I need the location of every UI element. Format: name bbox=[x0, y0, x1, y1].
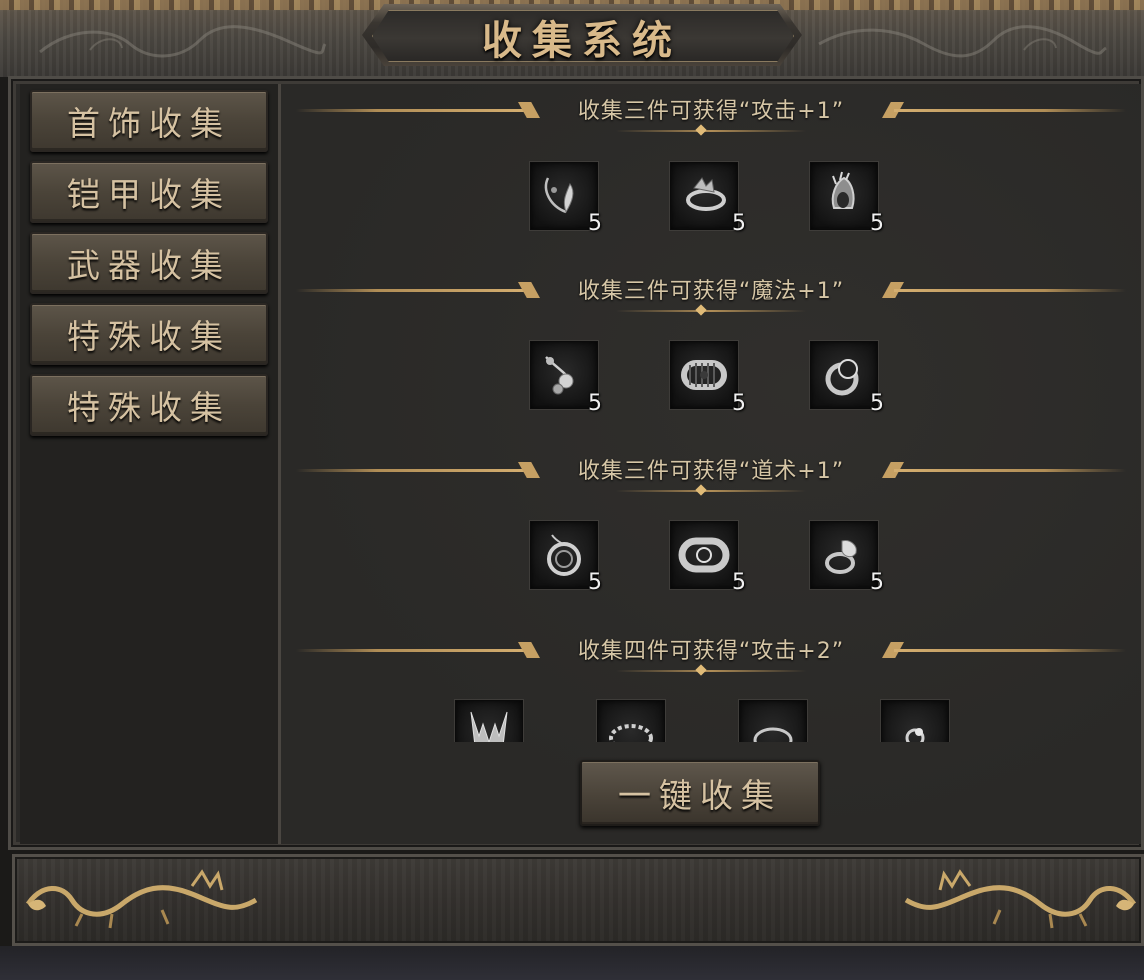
item-count: 5 bbox=[870, 570, 884, 595]
section-header: 收集三件可获得“攻击+1” bbox=[296, 92, 1126, 148]
diamond-ornament-icon bbox=[695, 124, 707, 136]
swirl-ornament-icon bbox=[818, 25, 1107, 58]
diamond-ornament-icon bbox=[695, 484, 707, 496]
helmet-icon bbox=[470, 711, 508, 742]
item-count: 5 bbox=[588, 391, 602, 416]
section-header: 收集三件可获得“道术+1” bbox=[296, 452, 1126, 508]
section-title: 收集四件可获得“攻击+2” bbox=[577, 639, 845, 664]
tab-weapon-collection[interactable]: 武器收集 bbox=[30, 232, 268, 294]
divider-line bbox=[296, 649, 528, 652]
background-strip bbox=[0, 946, 1144, 980]
ring-icon bbox=[905, 728, 925, 742]
item-slot[interactable] bbox=[809, 340, 879, 410]
swirl-ornament-icon bbox=[39, 25, 327, 58]
divider-line bbox=[894, 289, 1126, 292]
divider-line bbox=[296, 289, 528, 292]
divider-line bbox=[616, 490, 806, 492]
tab-special-collection[interactable]: 特殊收集 bbox=[30, 303, 268, 365]
dragon-ornament-icon bbox=[25, 869, 258, 929]
item-slot[interactable] bbox=[809, 520, 879, 590]
window-title: 收集系统 bbox=[482, 17, 682, 64]
amulet-icon bbox=[547, 534, 581, 576]
item-count: 5 bbox=[870, 211, 884, 236]
tab-special-collection-2[interactable]: 特殊收集 bbox=[30, 374, 268, 436]
ring-icon bbox=[825, 359, 859, 396]
item-slot[interactable] bbox=[669, 520, 739, 590]
bracelet-icon bbox=[686, 177, 726, 211]
necklace-icon bbox=[544, 177, 574, 214]
item-slot[interactable] bbox=[454, 699, 524, 742]
item-row-scroll-area bbox=[440, 697, 980, 742]
tab-jewelry-collection[interactable]: 首饰收集 bbox=[30, 90, 268, 152]
ring-icon bbox=[831, 171, 855, 209]
divider-line bbox=[616, 670, 806, 672]
item-count: 5 bbox=[870, 391, 884, 416]
bracelet-icon bbox=[681, 360, 727, 390]
item-slot[interactable] bbox=[669, 340, 739, 410]
collect-all-button[interactable]: 一键收集 bbox=[580, 760, 820, 826]
divider-line bbox=[616, 310, 806, 312]
item-count: 5 bbox=[732, 391, 746, 416]
section-title: 收集三件可获得“道术+1” bbox=[577, 459, 845, 484]
ring-icon bbox=[825, 540, 857, 574]
divider-line bbox=[894, 109, 1126, 112]
divider-line bbox=[296, 109, 528, 112]
section-header: 收集四件可获得“攻击+2” bbox=[296, 632, 1126, 688]
divider-line bbox=[616, 130, 806, 132]
item-slot[interactable] bbox=[738, 699, 808, 742]
divider-line bbox=[296, 469, 528, 472]
tab-armor-collection[interactable]: 铠甲收集 bbox=[30, 161, 268, 223]
item-count: 5 bbox=[588, 570, 602, 595]
bracelet-icon bbox=[753, 727, 793, 742]
necklace-icon bbox=[545, 356, 574, 395]
item-slot[interactable] bbox=[596, 699, 666, 742]
diamond-ornament-icon bbox=[695, 304, 707, 316]
item-slot[interactable] bbox=[669, 161, 739, 231]
item-slot[interactable] bbox=[809, 161, 879, 231]
divider-line bbox=[894, 649, 1126, 652]
item-count: 5 bbox=[732, 570, 746, 595]
item-count: 5 bbox=[732, 211, 746, 236]
divider-line bbox=[894, 469, 1126, 472]
section-header: 收集三件可获得“魔法+1” bbox=[296, 272, 1126, 328]
bracelet-icon bbox=[678, 537, 730, 573]
section-title: 收集三件可获得“魔法+1” bbox=[577, 279, 845, 304]
item-count: 5 bbox=[588, 211, 602, 236]
item-slot[interactable] bbox=[880, 699, 950, 742]
necklace-icon bbox=[609, 724, 653, 742]
diamond-ornament-icon bbox=[695, 664, 707, 676]
section-title: 收集三件可获得“攻击+1” bbox=[577, 99, 845, 124]
dragon-ornament-icon bbox=[904, 869, 1137, 929]
